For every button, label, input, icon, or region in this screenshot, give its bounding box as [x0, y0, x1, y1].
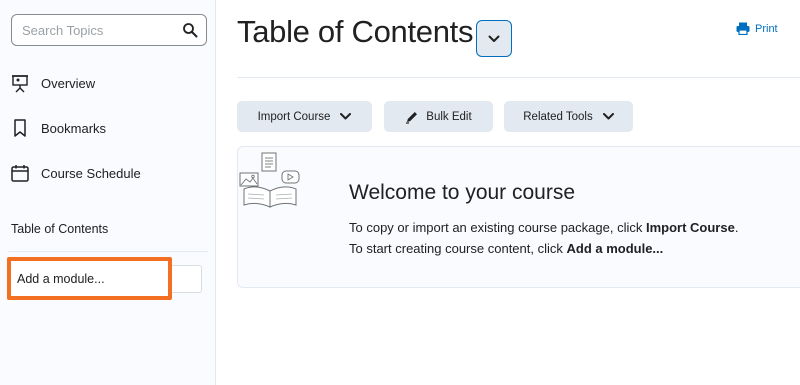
sidebar: Overview Bookmarks Course Schedule Table… — [0, 0, 216, 385]
welcome-instruction-import: To copy or import an existing course pac… — [349, 220, 738, 235]
presentation-icon — [12, 75, 28, 93]
print-label: Print — [755, 22, 778, 35]
chevron-down-icon — [602, 113, 614, 120]
instruction-text: To copy or import an existing course pac… — [349, 220, 646, 235]
nav-item-overview[interactable]: Overview — [10, 71, 95, 95]
related-tools-button[interactable]: Related Tools — [504, 101, 633, 132]
bookmark-icon — [14, 119, 26, 137]
divider — [237, 77, 800, 78]
title-options-button[interactable] — [476, 20, 512, 57]
related-tools-label: Related Tools — [523, 110, 593, 123]
nav-item-label: Overview — [41, 75, 96, 91]
instruction-emphasis: Add a module... — [566, 241, 664, 256]
print-link[interactable]: Print — [736, 22, 778, 35]
instruction-text: . — [734, 220, 739, 235]
welcome-card: Welcome to your course To copy or import… — [237, 146, 800, 288]
chevron-down-icon — [488, 35, 500, 42]
search-icon[interactable] — [182, 22, 198, 38]
chevron-down-icon — [340, 113, 352, 120]
calendar-icon — [11, 165, 29, 182]
search-box — [11, 14, 207, 46]
welcome-instruction-module: To start creating course content, click … — [349, 241, 663, 256]
add-module-highlight — [7, 257, 172, 300]
divider — [8, 251, 208, 252]
open-book-illustration-icon — [239, 152, 300, 208]
bulk-edit-label: Bulk Edit — [426, 110, 472, 123]
toc-section-label: Table of Contents — [11, 222, 109, 236]
page-title: Table of Contents — [237, 14, 474, 49]
welcome-heading: Welcome to your course — [349, 181, 576, 204]
pencil-icon — [406, 111, 418, 124]
bulk-edit-button[interactable]: Bulk Edit — [384, 101, 493, 132]
import-course-label: Import Course — [257, 110, 331, 123]
nav-item-label: Course Schedule — [41, 165, 141, 181]
instruction-emphasis: Import Course — [645, 220, 735, 235]
add-module-input[interactable] — [17, 270, 162, 288]
search-input[interactable] — [22, 21, 172, 39]
add-module-field-edge — [170, 265, 202, 293]
nav-item-bookmarks[interactable]: Bookmarks — [10, 116, 106, 140]
nav-item-course-schedule[interactable]: Course Schedule — [10, 161, 141, 185]
printer-icon — [736, 22, 750, 35]
instruction-text: To start creating course content, click — [349, 241, 567, 256]
import-course-button[interactable]: Import Course — [237, 101, 372, 132]
nav-item-label: Bookmarks — [41, 120, 107, 136]
